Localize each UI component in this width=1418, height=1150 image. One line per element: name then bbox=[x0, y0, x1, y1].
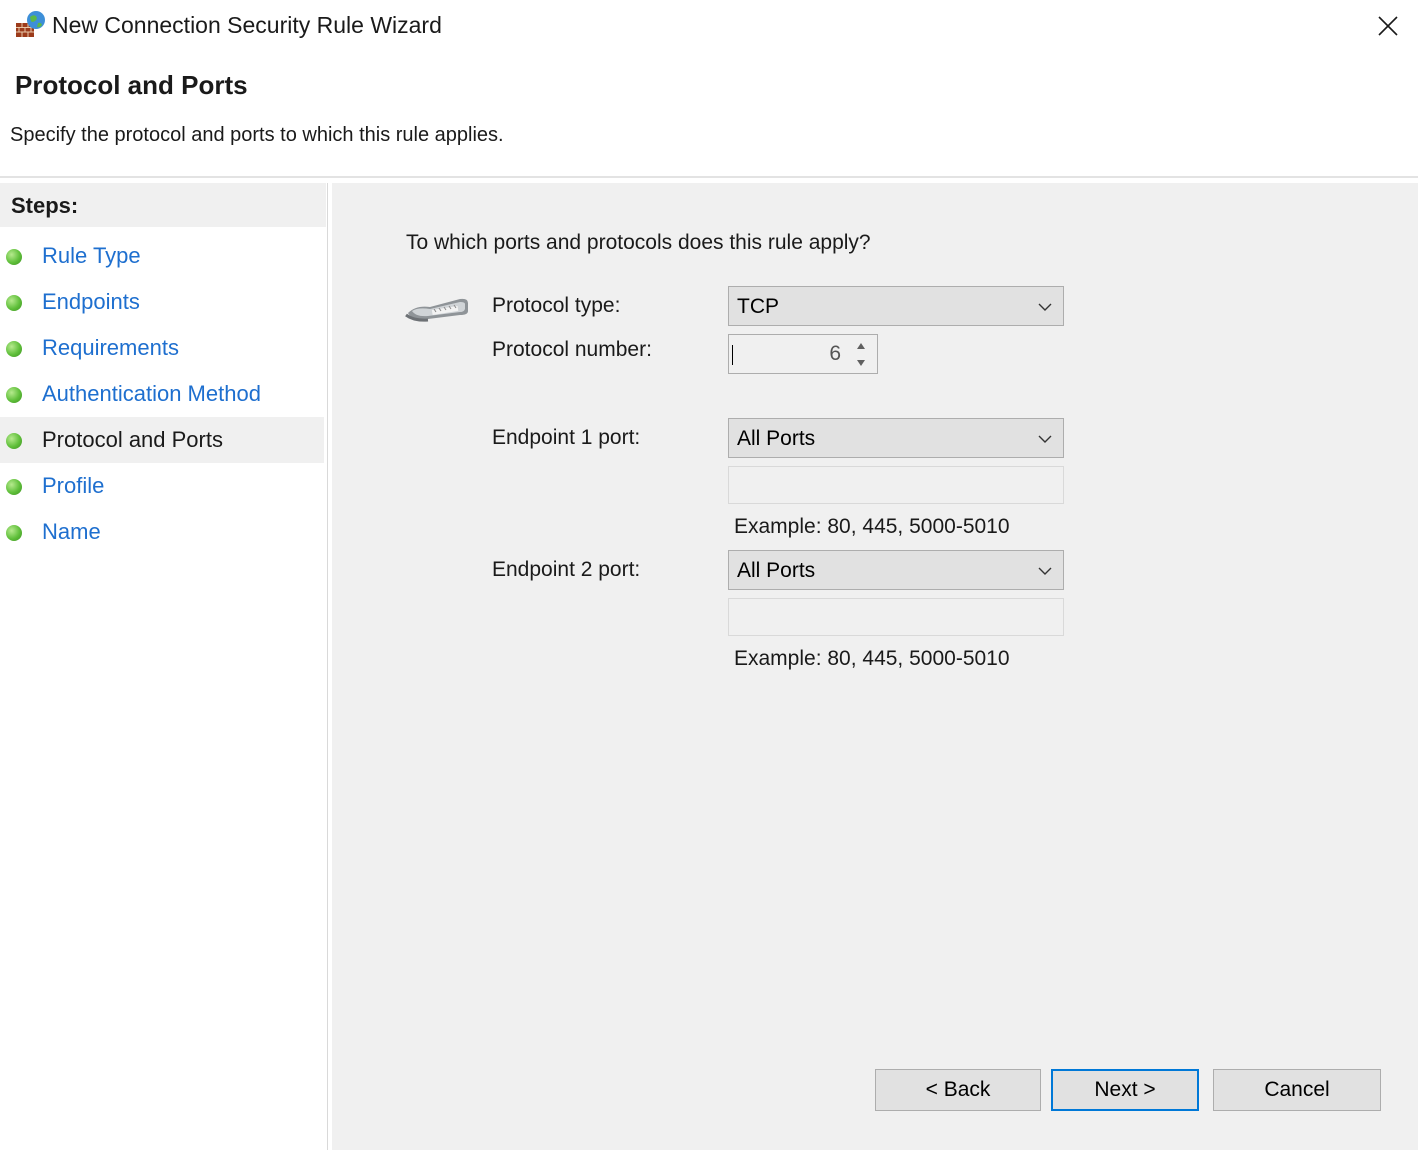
back-button[interactable]: < Back bbox=[875, 1069, 1041, 1111]
close-icon bbox=[1378, 16, 1398, 36]
chevron-down-icon bbox=[1038, 303, 1052, 311]
step-authentication-method[interactable]: Authentication Method bbox=[0, 371, 324, 417]
endpoint2-port-text[interactable] bbox=[729, 599, 1063, 635]
step-requirements[interactable]: Requirements bbox=[0, 325, 324, 371]
chevron-down-icon bbox=[1038, 567, 1052, 575]
protocol-type-label: Protocol type: bbox=[492, 294, 621, 317]
step-complete-icon bbox=[6, 295, 22, 311]
endpoint2-port-dropdown[interactable]: All Ports bbox=[728, 550, 1064, 590]
endpoint2-port-input[interactable] bbox=[728, 598, 1064, 636]
step-complete-icon bbox=[6, 387, 22, 403]
protocol-number-label: Protocol number: bbox=[492, 338, 652, 361]
endpoint1-port-text[interactable] bbox=[729, 467, 1063, 503]
protocol-number-value: 6 bbox=[829, 342, 841, 365]
endpoint1-port-label: Endpoint 1 port: bbox=[492, 426, 641, 449]
endpoint1-port-dropdown[interactable]: All Ports bbox=[728, 418, 1064, 458]
page-title: Protocol and Ports bbox=[15, 70, 248, 100]
step-label: Profile bbox=[42, 473, 105, 498]
next-button[interactable]: Next > bbox=[1051, 1069, 1199, 1111]
network-cable-icon bbox=[405, 298, 468, 322]
protocol-type-value: TCP bbox=[737, 295, 779, 318]
step-label: Rule Type bbox=[42, 243, 141, 268]
endpoint2-port-label: Endpoint 2 port: bbox=[492, 558, 641, 581]
text-caret bbox=[732, 345, 733, 365]
step-pending-icon bbox=[6, 479, 22, 495]
endpoint2-example-text: Example: 80, 445, 5000-5010 bbox=[734, 647, 1010, 670]
step-label: Endpoints bbox=[42, 289, 140, 314]
endpoint2-port-value: All Ports bbox=[737, 559, 816, 582]
window-title: New Connection Security Rule Wizard bbox=[52, 12, 442, 38]
header-divider bbox=[0, 176, 1418, 178]
arrow-up-icon bbox=[857, 342, 865, 349]
question-text: To which ports and protocols does this r… bbox=[406, 231, 871, 254]
step-rule-type[interactable]: Rule Type bbox=[0, 233, 324, 279]
steps-header: Steps: bbox=[0, 183, 326, 227]
protocol-number-stepper[interactable]: 6 bbox=[728, 334, 878, 374]
step-label: Protocol and Ports bbox=[42, 427, 223, 452]
step-current-icon bbox=[6, 433, 22, 449]
step-label: Authentication Method bbox=[42, 381, 261, 406]
step-profile[interactable]: Profile bbox=[0, 463, 324, 509]
chevron-down-icon bbox=[1038, 435, 1052, 443]
stepper-down-button[interactable] bbox=[847, 354, 875, 371]
step-endpoints[interactable]: Endpoints bbox=[0, 279, 324, 325]
protocol-type-dropdown[interactable]: TCP bbox=[728, 286, 1064, 326]
endpoint1-example-text: Example: 80, 445, 5000-5010 bbox=[734, 515, 1010, 538]
step-protocol-and-ports: Protocol and Ports bbox=[0, 417, 324, 463]
steps-title: Steps: bbox=[11, 193, 79, 218]
step-complete-icon bbox=[6, 341, 22, 357]
step-name[interactable]: Name bbox=[0, 509, 324, 555]
step-complete-icon bbox=[6, 249, 22, 265]
content-panel: To which ports and protocols does this r… bbox=[332, 183, 1418, 1150]
cancel-button[interactable]: Cancel bbox=[1213, 1069, 1381, 1111]
step-label: Requirements bbox=[42, 335, 179, 360]
arrow-down-icon bbox=[857, 359, 865, 366]
endpoint1-port-value: All Ports bbox=[737, 427, 816, 450]
endpoint1-port-input[interactable] bbox=[728, 466, 1064, 504]
close-button[interactable] bbox=[1366, 6, 1410, 46]
firewall-globe-icon bbox=[16, 11, 45, 37]
page-description: Specify the protocol and ports to which … bbox=[10, 124, 504, 146]
steps-panel: Steps: Rule Type Endpoints Requirements … bbox=[0, 183, 328, 1150]
stepper-up-button[interactable] bbox=[847, 337, 875, 354]
step-pending-icon bbox=[6, 525, 22, 541]
step-label: Name bbox=[42, 519, 101, 544]
title-bar: New Connection Security Rule Wizard bbox=[0, 0, 1418, 54]
